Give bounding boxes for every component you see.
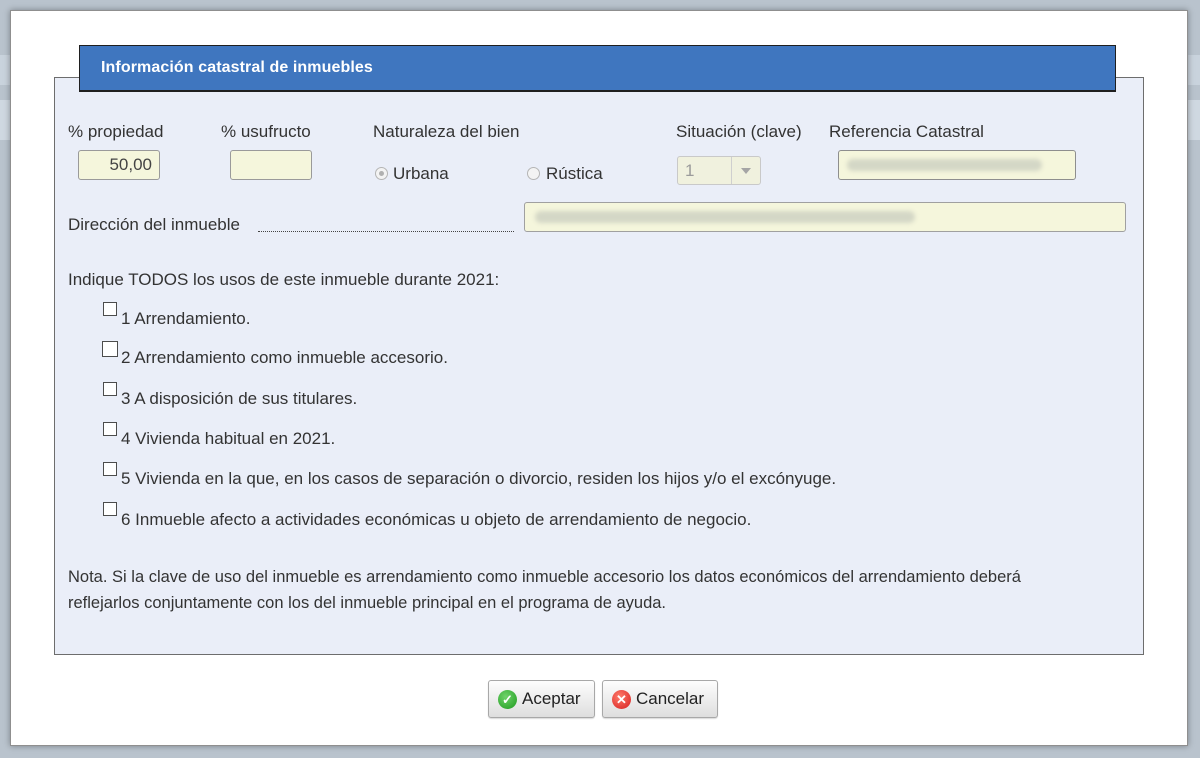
uso-4-checkbox[interactable] bbox=[103, 422, 117, 436]
cancel-button[interactable]: ✕ Cancelar bbox=[602, 680, 718, 718]
nota-line-2: reflejarlos conjuntamente con los del in… bbox=[68, 594, 667, 612]
naturaleza-label: Naturaleza del bien bbox=[373, 122, 520, 141]
propiedad-input[interactable]: 50,00 bbox=[78, 150, 160, 180]
rustica-label: Rústica bbox=[546, 164, 603, 183]
propiedad-label: % propiedad bbox=[68, 122, 164, 141]
uso-2-checkbox[interactable] bbox=[102, 341, 118, 357]
chevron-down-icon[interactable] bbox=[731, 157, 760, 184]
situacion-select[interactable]: 1 bbox=[677, 156, 761, 185]
leader-dots bbox=[258, 231, 514, 232]
situacion-label: Situación (clave) bbox=[676, 122, 802, 141]
usufructo-label: % usufructo bbox=[221, 122, 311, 141]
uso-1-label: 1 Arrendamiento. bbox=[121, 309, 251, 328]
referencia-label: Referencia Catastral bbox=[829, 122, 984, 141]
uso-6-checkbox[interactable] bbox=[103, 502, 117, 516]
panel-header: Información catastral de inmuebles bbox=[79, 45, 1116, 92]
usufructo-input[interactable] bbox=[230, 150, 312, 180]
uso-3-label: 3 A disposición de sus titulares. bbox=[121, 389, 358, 408]
redacted-value bbox=[535, 211, 915, 223]
rustica-radio[interactable] bbox=[527, 167, 540, 180]
urbana-label: Urbana bbox=[393, 164, 449, 183]
uso-1-checkbox[interactable] bbox=[103, 302, 117, 316]
propiedad-value: 50,00 bbox=[109, 155, 152, 174]
referencia-input[interactable] bbox=[838, 150, 1076, 180]
situacion-value: 1 bbox=[685, 161, 695, 180]
x-circle-icon: ✕ bbox=[612, 690, 631, 709]
uso-2-label: 2 Arrendamiento como inmueble accesorio. bbox=[121, 348, 448, 367]
check-circle-icon: ✓ bbox=[498, 690, 517, 709]
panel-title: Información catastral de inmuebles bbox=[101, 59, 373, 76]
uso-5-checkbox[interactable] bbox=[103, 462, 117, 476]
uso-5-label: 5 Vivienda en la que, en los casos de se… bbox=[121, 469, 837, 488]
direccion-label: Dirección del inmueble bbox=[68, 215, 240, 234]
uso-3-checkbox[interactable] bbox=[103, 382, 117, 396]
redacted-value bbox=[847, 159, 1042, 171]
uso-6-label: 6 Inmueble afecto a actividades económic… bbox=[121, 510, 752, 529]
urbana-radio[interactable] bbox=[375, 167, 388, 180]
nota-line-1: Nota. Si la clave de uso del inmueble es… bbox=[68, 568, 1021, 586]
usos-prompt: Indique TODOS los usos de este inmueble … bbox=[68, 270, 500, 289]
accept-button[interactable]: ✓ Aceptar bbox=[488, 680, 595, 718]
uso-4-label: 4 Vivienda habitual en 2021. bbox=[121, 429, 336, 448]
dialog-window: Información catastral de inmuebles % pro… bbox=[10, 10, 1188, 746]
accept-label: Aceptar bbox=[522, 689, 581, 708]
direccion-input[interactable] bbox=[524, 202, 1126, 232]
cancel-label: Cancelar bbox=[636, 689, 705, 708]
